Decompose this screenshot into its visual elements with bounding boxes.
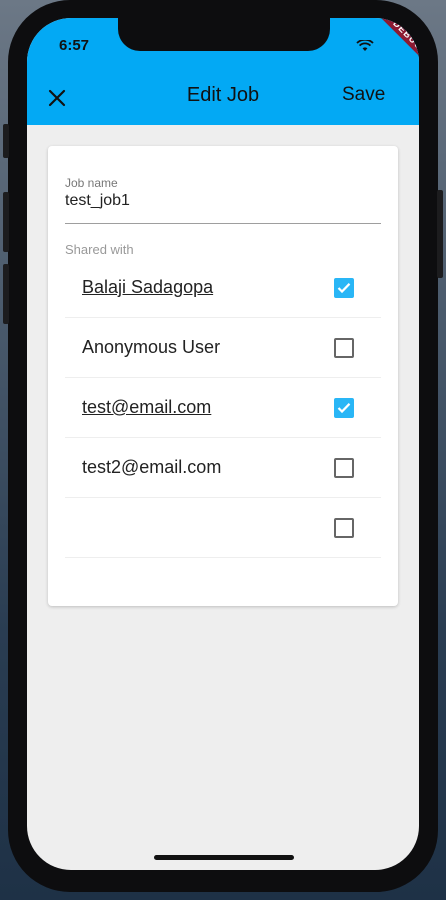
save-button[interactable]: Save (342, 84, 385, 106)
shared-with-label: Shared with (65, 242, 134, 257)
shared-user-name: Anonymous User (82, 337, 221, 357)
shared-user-checkbox[interactable] (334, 278, 354, 298)
shared-user-checkbox[interactable] (334, 398, 354, 418)
shared-user-checkbox[interactable] (334, 518, 354, 538)
shared-user-name: Balaji Sadagopa (82, 277, 214, 297)
status-icons (356, 38, 374, 57)
job-name-underline (65, 223, 381, 224)
job-name-field[interactable]: test_job1 (65, 192, 130, 210)
job-name-label: Job name (65, 176, 118, 190)
shared-with-list: Balaji Sadagopa Anonymous User test@emai… (65, 258, 381, 558)
check-icon (337, 403, 351, 414)
volume-up-button (3, 192, 9, 252)
shared-user-row[interactable]: test2@email.com (65, 438, 381, 498)
debug-banner: DEBUG (371, 18, 419, 72)
shared-user-checkbox[interactable] (334, 338, 354, 358)
check-icon (337, 283, 351, 294)
notch (118, 18, 330, 51)
power-button (437, 190, 443, 278)
shared-user-name: test@email.com (82, 397, 212, 417)
mute-switch (3, 124, 9, 158)
device-screen: 6:57 DEBUG Edit Job Save Job name test_j… (27, 18, 419, 870)
shared-user-name: test2@email.com (82, 457, 222, 477)
shared-user-row[interactable]: Balaji Sadagopa (65, 258, 381, 318)
shared-user-checkbox[interactable] (334, 458, 354, 478)
app-bar: 6:57 DEBUG Edit Job Save (27, 18, 419, 125)
status-time: 6:57 (59, 37, 90, 54)
shared-user-row[interactable]: Anonymous User (65, 318, 381, 378)
shared-user-row[interactable] (65, 498, 381, 558)
shared-user-row[interactable]: test@email.com (65, 378, 381, 438)
edit-job-card: Job name test_job1 Shared with Balaji Sa… (48, 146, 398, 606)
home-indicator[interactable] (154, 855, 294, 860)
wifi-icon (356, 38, 374, 51)
volume-down-button (3, 264, 9, 324)
